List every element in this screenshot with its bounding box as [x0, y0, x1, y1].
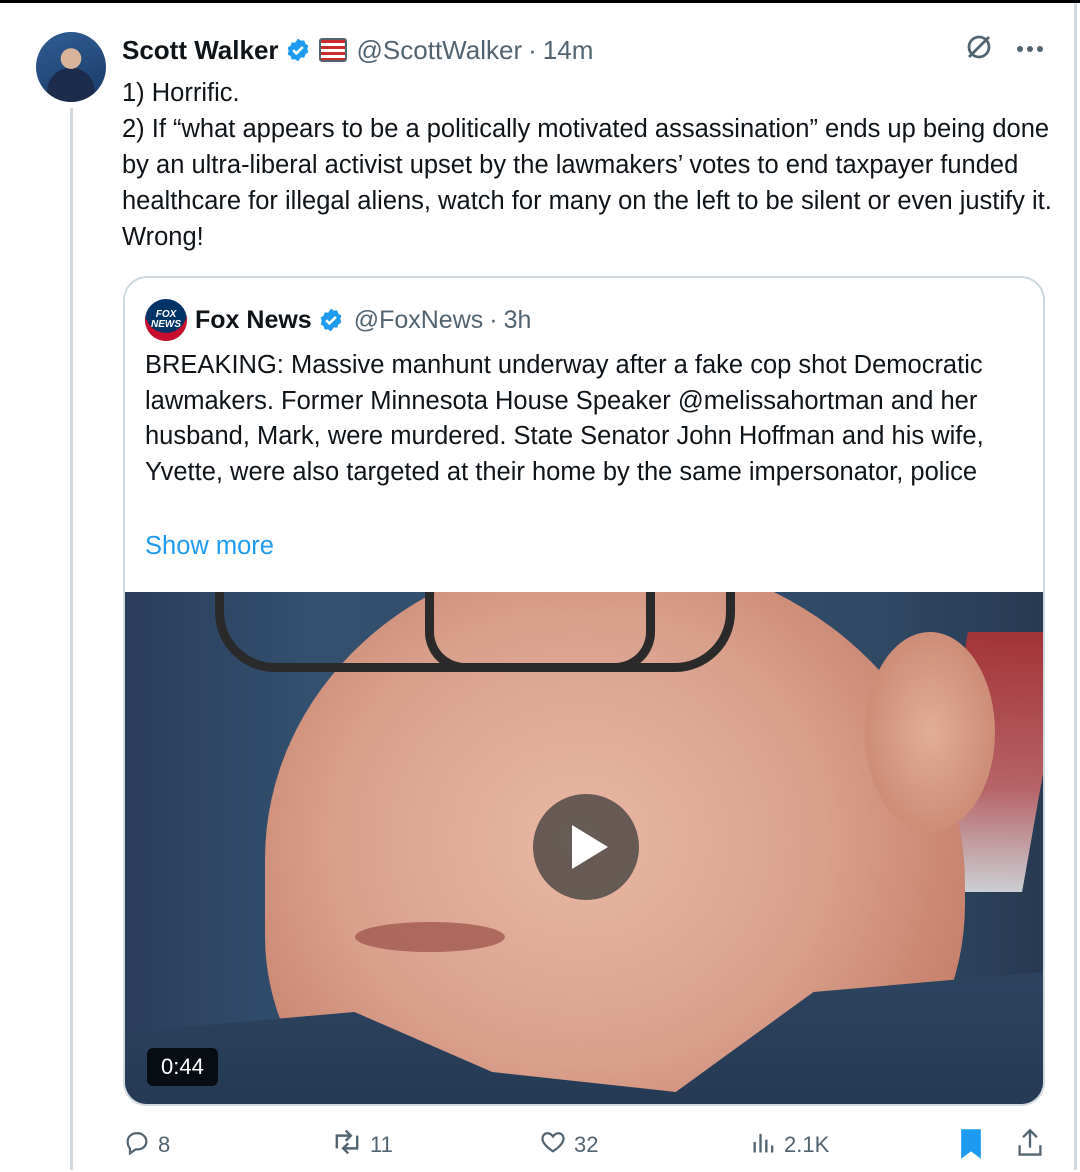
- bookmark-button[interactable]: [958, 1128, 990, 1166]
- share-button[interactable]: [1016, 1128, 1050, 1164]
- more-icon[interactable]: [1016, 41, 1044, 59]
- video-thumbnail-ear: [865, 632, 995, 832]
- verified-badge-icon[interactable]: [285, 37, 311, 63]
- repost-button[interactable]: 11: [330, 1128, 393, 1162]
- bookmark-icon: [958, 1128, 990, 1166]
- tweet-body: 1) Horrific. 2) If “what appears to be a…: [122, 75, 1052, 255]
- quote-time[interactable]: 3h: [504, 306, 532, 335]
- like-button[interactable]: 32: [538, 1128, 598, 1162]
- quote-body: BREAKING: Massive manhunt underway after…: [145, 351, 984, 487]
- grok-icon[interactable]: [964, 32, 994, 67]
- tweet-line-1: 1) Horrific.: [122, 79, 240, 107]
- tweet-line-2: 2) If “what appears to be a politically …: [122, 115, 1052, 251]
- repost-icon: [330, 1128, 370, 1162]
- action-bar: 8 11 32 2.1K: [122, 1128, 1052, 1172]
- repost-count: 11: [370, 1132, 393, 1157]
- author-handle[interactable]: @ScottWalker: [357, 35, 523, 66]
- author-avatar[interactable]: [36, 32, 106, 102]
- views-count: 2.1K: [784, 1132, 830, 1157]
- logo-text-2: NEWS: [151, 319, 181, 330]
- reply-button[interactable]: 8: [122, 1128, 170, 1162]
- thread-line: [70, 108, 73, 1170]
- tweet-time[interactable]: 14m: [543, 35, 594, 66]
- views-button[interactable]: 2.1K: [750, 1128, 829, 1162]
- show-more-link[interactable]: Show more: [145, 528, 274, 564]
- views-icon: [750, 1128, 784, 1162]
- video-duration: 0:44: [147, 1048, 218, 1086]
- author-name[interactable]: Scott Walker: [122, 35, 279, 66]
- share-icon: [1016, 1128, 1050, 1164]
- quoted-tweet[interactable]: FOX NEWS Fox News @FoxNews · 3h BREAKING…: [123, 276, 1045, 1106]
- quote-separator: ·: [489, 305, 498, 334]
- tweet-top-actions: [964, 32, 1044, 67]
- reply-icon: [122, 1128, 158, 1162]
- verified-badge-icon[interactable]: [318, 307, 344, 333]
- play-icon: [572, 825, 608, 869]
- reply-count: 8: [158, 1132, 171, 1157]
- play-button[interactable]: [533, 794, 639, 900]
- flag-badge-icon[interactable]: [318, 38, 347, 62]
- video-thumbnail-glasses-lens: [425, 592, 655, 672]
- tweet-header: Scott Walker @ScottWalker · 14m: [122, 30, 593, 70]
- quote-author-handle[interactable]: @FoxNews: [354, 306, 484, 335]
- quote-header: FOX NEWS Fox News @FoxNews · 3h: [145, 299, 532, 341]
- like-icon: [538, 1128, 574, 1162]
- video-player[interactable]: 0:44: [125, 592, 1043, 1104]
- video-thumbnail-mouth: [355, 922, 505, 952]
- quote-author-name[interactable]: Fox News: [195, 306, 312, 335]
- header-separator: ·: [528, 34, 537, 65]
- like-count: 32: [574, 1132, 599, 1157]
- fox-news-logo[interactable]: FOX NEWS: [145, 299, 187, 341]
